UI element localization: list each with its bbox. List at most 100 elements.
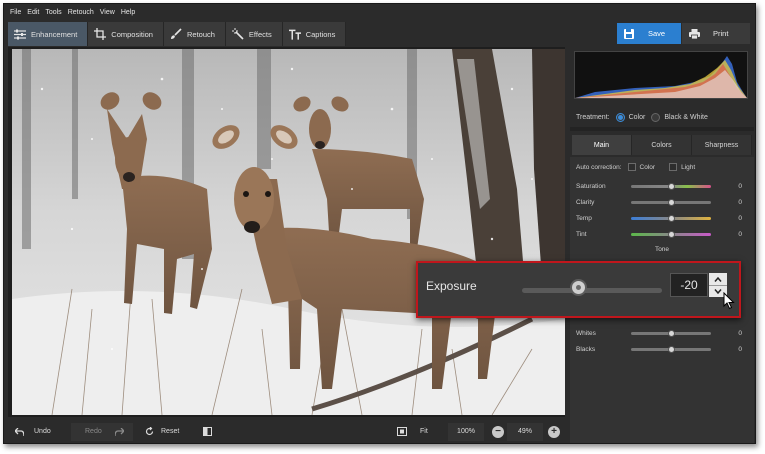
undo-label: Undo [34, 428, 51, 435]
menu-help[interactable]: Help [121, 9, 135, 16]
compare-icon [200, 425, 214, 439]
auto-correction-row: Auto correction: Color Light [576, 163, 695, 171]
undo-icon [12, 425, 26, 439]
tool-tabs: Enhancement Composition Retouch Effects [8, 22, 347, 46]
temp-label: Temp [576, 214, 592, 222]
exposure-knob[interactable] [570, 279, 587, 296]
undo-button[interactable]: Undo [12, 423, 51, 441]
auto-color-checkbox[interactable] [627, 163, 636, 171]
tint-label: Tint [576, 230, 587, 238]
print-label: Print [713, 29, 729, 38]
menu-tools[interactable]: Tools [45, 9, 61, 16]
treatment-color-label: Color [628, 114, 646, 121]
tab-label: Composition [111, 29, 153, 39]
photo-image [12, 49, 565, 415]
minus-icon: − [492, 425, 504, 438]
menu-edit[interactable]: Edit [27, 9, 39, 16]
toolbar: Enhancement Composition Retouch Effects [4, 22, 755, 46]
tint-knob[interactable] [668, 231, 675, 238]
auto-color-label: Color [639, 163, 656, 171]
exposure-zoom-callout: Exposure -20 [416, 261, 741, 318]
reset-label: Reset [161, 428, 180, 435]
tab-captions[interactable]: Captions [282, 22, 347, 46]
clarity-label: Clarity [576, 198, 595, 206]
whites-knob[interactable] [668, 330, 675, 337]
tab-label: Effects [248, 29, 272, 39]
zoom-level-value: 49% [517, 428, 532, 435]
chevron-down-icon [714, 289, 722, 294]
menu-file[interactable]: File [10, 9, 21, 16]
tint-value: 0 [738, 230, 742, 238]
print-button[interactable]: Print [682, 23, 750, 44]
compare-button[interactable] [200, 423, 214, 441]
reset-icon [142, 425, 156, 439]
fit-button[interactable]: Fit [395, 423, 428, 441]
treatment-row: Treatment: Color Black & White [576, 113, 708, 122]
panel-tabs: Main Colors Sharpness [572, 135, 752, 155]
save-label: Save [648, 29, 666, 38]
printer-icon [689, 28, 700, 39]
tab-retouch[interactable]: Retouch [163, 22, 226, 46]
histogram [574, 51, 748, 99]
adjustments-panel: Treatment: Color Black & White Main Colo… [570, 47, 754, 443]
tab-label: Captions [305, 29, 336, 39]
zoom-100-label: 100% [457, 428, 475, 435]
exposure-increase-button[interactable] [709, 273, 727, 285]
blacks-value: 0 [738, 345, 742, 353]
auto-correction-label: Auto correction: [576, 163, 622, 171]
blacks-knob[interactable] [668, 346, 675, 353]
crop-icon [94, 28, 107, 40]
saturation-knob[interactable] [668, 183, 675, 190]
tab-label: Enhancement [31, 29, 78, 39]
tab-main[interactable]: Main [572, 135, 632, 155]
redo-icon [113, 425, 127, 439]
exposure-label: Exposure [426, 279, 477, 293]
tab-composition[interactable]: Composition [88, 22, 164, 46]
tab-effects[interactable]: Effects [225, 22, 283, 46]
zoom-in-button[interactable]: + [548, 423, 560, 441]
menu-view[interactable]: View [100, 9, 115, 16]
temp-row: Temp 0 [576, 212, 748, 224]
clarity-row: Clarity 0 [576, 196, 748, 208]
zoom-out-button[interactable]: − [492, 423, 504, 441]
photo-canvas[interactable] [8, 47, 565, 417]
save-button[interactable]: Save [617, 23, 681, 44]
temp-knob[interactable] [668, 215, 675, 222]
fit-screen-icon [395, 425, 409, 439]
plus-icon: + [548, 425, 560, 438]
mouse-cursor-icon [723, 292, 735, 310]
bottom-toolbar: Undo Redo Reset Fit 100% − 49% + [4, 418, 566, 443]
clarity-knob[interactable] [668, 199, 675, 206]
temp-value: 0 [738, 214, 742, 222]
clarity-value: 0 [738, 198, 742, 206]
tint-row: Tint 0 [576, 228, 748, 240]
reset-button[interactable]: Reset [142, 423, 179, 441]
treatment-bw-radio[interactable] [651, 113, 661, 122]
blacks-label: Blacks [576, 345, 596, 353]
tab-sharpness[interactable]: Sharpness [692, 135, 752, 155]
tab-enhancement[interactable]: Enhancement [8, 22, 89, 46]
tone-section-title: Tone [654, 246, 670, 253]
redo-label: Redo [85, 428, 102, 435]
zoom-100-button[interactable]: 100% [448, 422, 484, 441]
treatment-bw-label: Black & White [664, 114, 708, 121]
whites-row: Whites 0 [576, 327, 748, 339]
blacks-row: Blacks 0 [576, 343, 748, 355]
menu-bar: File Edit Tools Retouch View Help [4, 4, 755, 20]
treatment-label: Treatment: [576, 114, 610, 121]
treatment-color-radio[interactable] [615, 113, 625, 122]
menu-retouch[interactable]: Retouch [68, 9, 94, 16]
saturation-value: 0 [738, 182, 742, 190]
text-icon [288, 28, 301, 40]
divider [570, 127, 754, 131]
exposure-slider[interactable] [522, 288, 662, 293]
chevron-up-icon [714, 276, 722, 282]
redo-button[interactable]: Redo [71, 422, 133, 441]
exposure-value-field[interactable]: -20 [670, 273, 708, 297]
brush-icon [170, 28, 182, 40]
saturation-label: Saturation [576, 182, 606, 190]
auto-light-checkbox[interactable] [669, 163, 678, 171]
zoom-level-field[interactable]: 49% [507, 422, 543, 441]
sliders-icon [14, 28, 26, 40]
tab-colors[interactable]: Colors [632, 135, 692, 155]
